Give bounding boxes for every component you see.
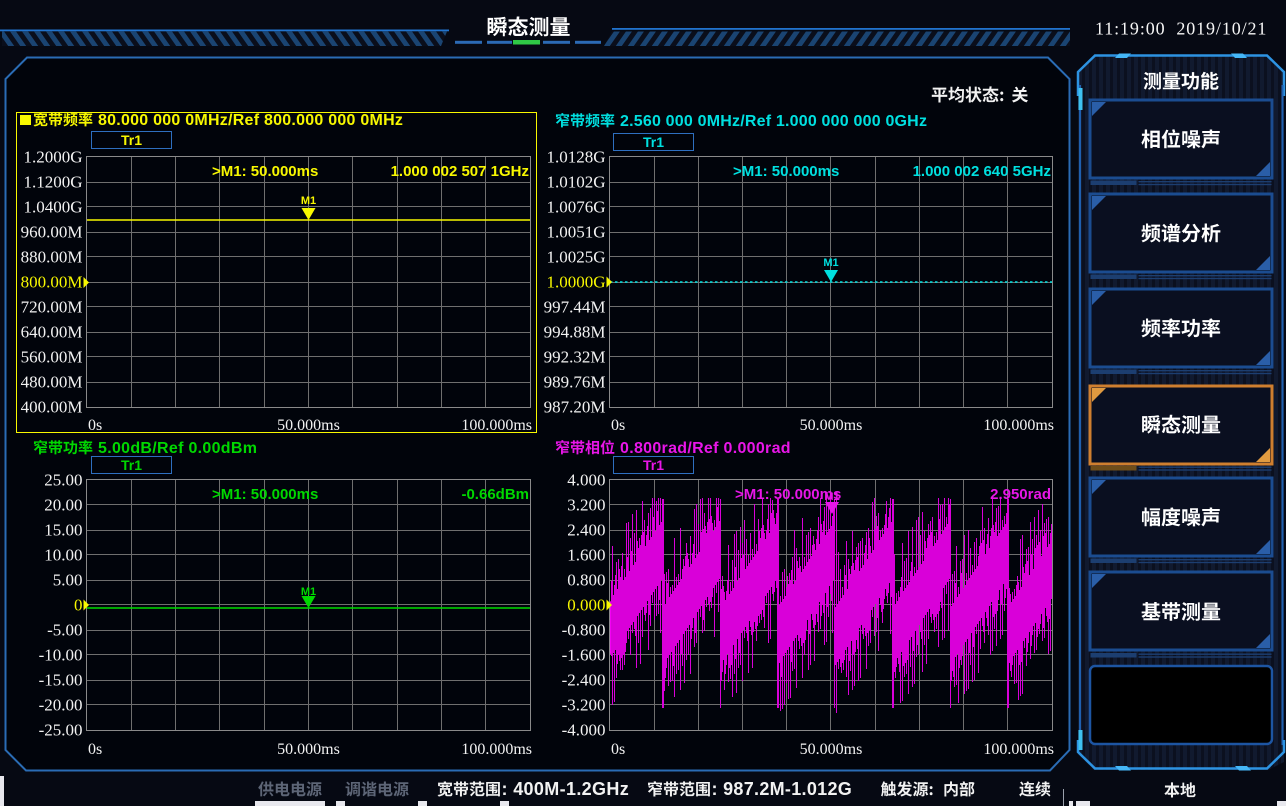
svg-text:-20.00: -20.00 (39, 696, 83, 715)
svg-text:0.000: 0.000 (567, 596, 605, 615)
svg-text:0: 0 (74, 596, 83, 615)
svg-text:>M1: 50.000ms: >M1: 50.000ms (212, 163, 318, 180)
svg-text:50.000ms: 50.000ms (800, 741, 863, 758)
svg-text:80.000 000 0MHz/Ref 800.000 00: 80.000 000 0MHz/Ref 800.000 000 0MHz (98, 112, 403, 129)
svg-text:960.00M: 960.00M (21, 223, 83, 242)
svg-text:50.000ms: 50.000ms (800, 417, 863, 434)
svg-text:1.0400G: 1.0400G (23, 198, 82, 217)
svg-text:1.0000G: 1.0000G (546, 273, 605, 292)
svg-text:4.000: 4.000 (567, 471, 605, 490)
svg-text:11:19:00 2019/10/21: 11:19:00 2019/10/21 (1095, 19, 1267, 39)
svg-text:2.560 000 0MHz/Ref 1.000 000 0: 2.560 000 0MHz/Ref 1.000 000 000 0GHz (620, 113, 927, 130)
svg-text:>M1: 50.000ms: >M1: 50.000ms (733, 163, 839, 180)
svg-text:989.76M: 989.76M (544, 373, 606, 392)
svg-text:-25.00: -25.00 (39, 721, 83, 740)
svg-text:-2.400: -2.400 (562, 671, 606, 690)
svg-text:-5.00: -5.00 (47, 621, 82, 640)
svg-text:0.800: 0.800 (567, 571, 605, 590)
svg-text:2.400: 2.400 (567, 521, 605, 540)
svg-text:994.88M: 994.88M (544, 323, 606, 342)
svg-text:720.00M: 720.00M (21, 298, 83, 317)
svg-text:Tr1: Tr1 (121, 132, 142, 148)
svg-text:100.000ms: 100.000ms (461, 741, 532, 758)
svg-text:0s: 0s (88, 741, 102, 758)
svg-text:987.20M: 987.20M (544, 398, 606, 417)
svg-text:Tr1: Tr1 (121, 457, 142, 473)
svg-text:1.0076G: 1.0076G (546, 198, 605, 217)
svg-text:100.000ms: 100.000ms (983, 417, 1054, 434)
svg-text:1.2000G: 1.2000G (23, 148, 82, 167)
svg-text:-10.00: -10.00 (39, 646, 83, 665)
svg-text:800.00M: 800.00M (21, 273, 83, 292)
svg-text:-0.66dBm: -0.66dBm (461, 486, 529, 503)
svg-text:-15.00: -15.00 (39, 671, 83, 690)
svg-text:: 987.2M-1.012G: : 987.2M-1.012G (712, 779, 853, 799)
svg-text:5.00dB/Ref 0.00dBm: 5.00dB/Ref 0.00dBm (98, 440, 257, 457)
svg-text:M1: M1 (823, 257, 838, 269)
svg-text:0s: 0s (611, 417, 625, 434)
svg-text:>M1: 50.000ms: >M1: 50.000ms (212, 486, 318, 503)
svg-text:1.000 002 640 5GHz: 1.000 002 640 5GHz (913, 163, 1051, 180)
svg-text:M1: M1 (301, 586, 316, 598)
svg-text:400.00M: 400.00M (21, 398, 83, 417)
svg-text:-4.000: -4.000 (562, 721, 606, 740)
svg-text:: 400M-1.2GHz: : 400M-1.2GHz (502, 779, 630, 799)
svg-text:1.0051G: 1.0051G (546, 223, 605, 242)
svg-text:15.00: 15.00 (44, 521, 82, 540)
svg-text:20.00: 20.00 (44, 496, 82, 515)
svg-text:100.000ms: 100.000ms (983, 741, 1054, 758)
svg-text:5.00: 5.00 (53, 571, 83, 590)
svg-text:M1: M1 (301, 195, 316, 207)
svg-text:1.0025G: 1.0025G (546, 248, 605, 267)
svg-text:1.0102G: 1.0102G (546, 173, 605, 192)
svg-text:880.00M: 880.00M (21, 248, 83, 267)
svg-text:100.000ms: 100.000ms (461, 417, 532, 434)
svg-text:1.0128G: 1.0128G (546, 148, 605, 167)
svg-text:3.200: 3.200 (567, 496, 605, 515)
svg-text:640.00M: 640.00M (21, 323, 83, 342)
svg-text:50.000ms: 50.000ms (277, 417, 340, 434)
svg-text:992.32M: 992.32M (544, 348, 606, 367)
svg-text:480.00M: 480.00M (21, 373, 83, 392)
svg-text:1.000 002 507 1GHz: 1.000 002 507 1GHz (391, 163, 529, 180)
svg-text:Tr1: Tr1 (643, 134, 664, 150)
svg-text:0s: 0s (88, 417, 102, 434)
svg-text:10.00: 10.00 (44, 546, 82, 565)
svg-text:-3.200: -3.200 (562, 696, 606, 715)
svg-text:-1.600: -1.600 (562, 646, 606, 665)
svg-text:50.000ms: 50.000ms (277, 741, 340, 758)
svg-text:2.950rad: 2.950rad (990, 486, 1051, 503)
svg-text:0.800rad/Ref 0.000rad: 0.800rad/Ref 0.000rad (620, 440, 791, 457)
svg-text:1.600: 1.600 (567, 546, 605, 565)
svg-text:Tr1: Tr1 (643, 457, 664, 473)
svg-text:>M1: 50.000ms: >M1: 50.000ms (735, 486, 841, 503)
svg-text:997.44M: 997.44M (544, 298, 606, 317)
svg-text:1.1200G: 1.1200G (23, 173, 82, 192)
svg-text:25.00: 25.00 (44, 471, 82, 490)
svg-text:0s: 0s (611, 741, 625, 758)
svg-text:560.00M: 560.00M (21, 348, 83, 367)
svg-text:-0.800: -0.800 (562, 621, 606, 640)
